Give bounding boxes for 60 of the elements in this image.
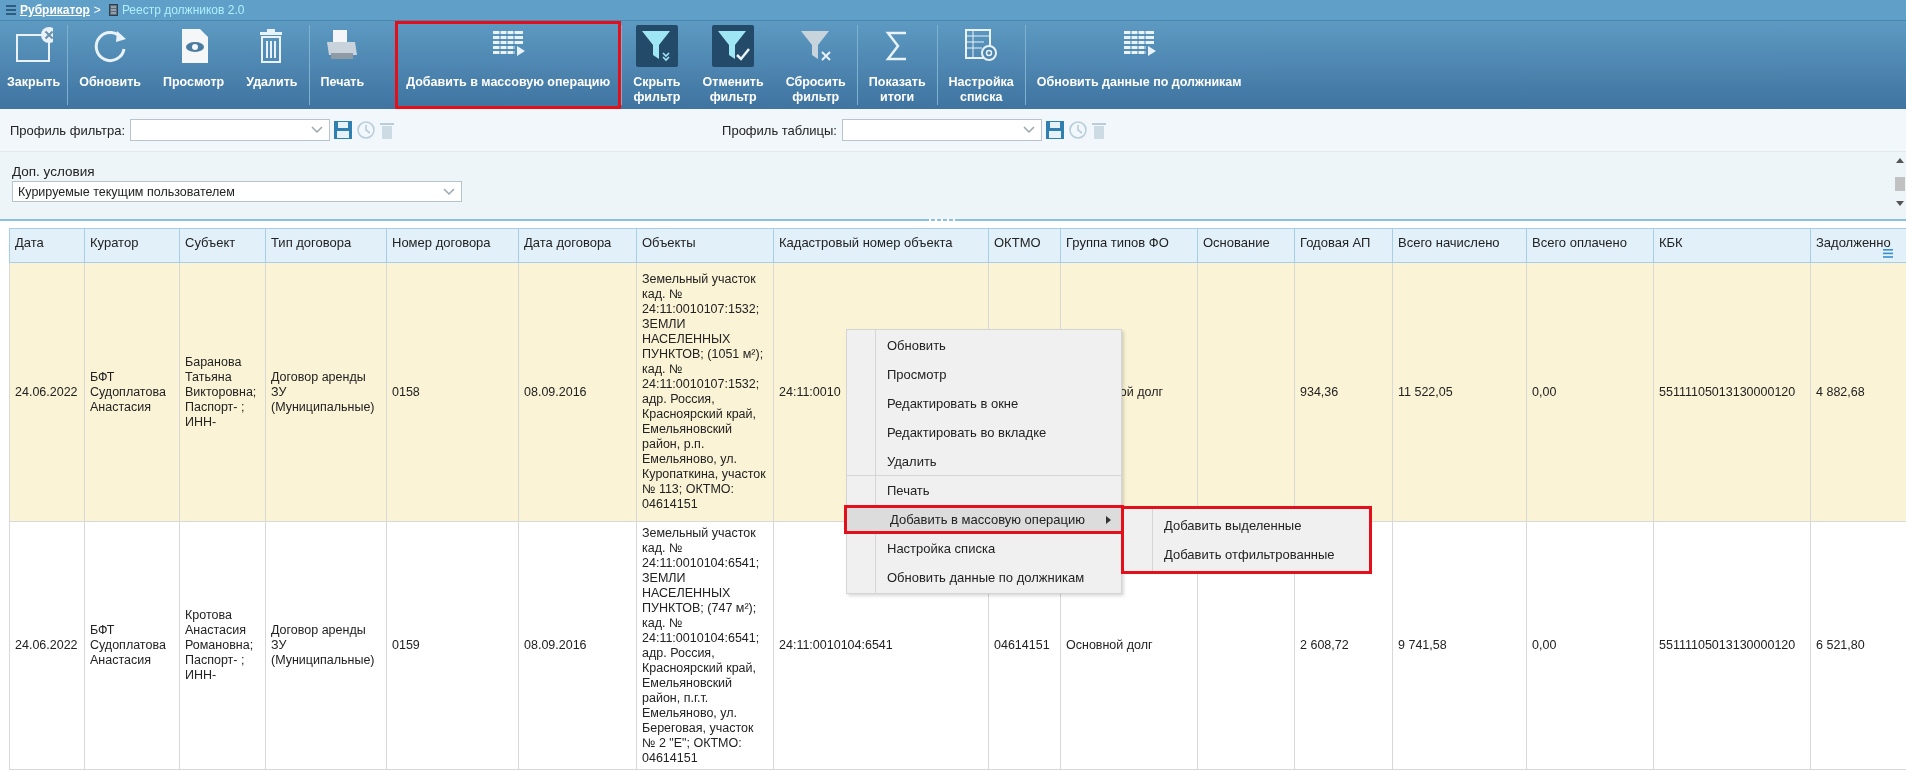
menu-item[interactable]: Печать (847, 476, 1121, 505)
table-cell: 24:11:0010104:6541 (779, 638, 893, 652)
field-label: Профиль таблицы: (722, 122, 837, 138)
table-cell: 9 741,58 (1398, 638, 1447, 652)
column-header[interactable]: Дата (15, 235, 44, 250)
table-cell: 0158 (392, 384, 420, 399)
table-cell: Договор аренды ЗУ (Муниципальные) (271, 369, 375, 414)
table-cell: 08.09.2016 (524, 638, 587, 652)
table-cell: 08.09.2016 (524, 384, 587, 399)
table-cell: Земельный участок кад. № 24:11:0010107:1532; ЗЕМЛИ НАСЕЛЕННЫХ ПУНКТОВ; (1051 м²); кад. № 24:11:0010107:1532; адр. Россия, Красноярский край, Емельяновский район, р.п. Емельяново, ул. Куропаткина, участок № 113; ОКТМО: 04614151 (642, 272, 766, 511)
breadcrumb-current: Реестр должников 2.0 (121, 3, 245, 17)
menu-item[interactable]: Добавить в массовую операцию (844, 505, 1124, 534)
menu-item[interactable]: Добавить отфильтрованные (1124, 540, 1369, 569)
field-label: Доп. условия (12, 164, 96, 179)
toolbar-button[interactable]: Закрыть (0, 21, 68, 109)
toolbar-button[interactable]: Добавить в массовую операцию (395, 21, 622, 109)
table-cell: Основной долг (1066, 638, 1153, 652)
table-cell: Договор аренды ЗУ (Муниципальные) (271, 623, 375, 667)
breadcrumb-separator: > (93, 3, 101, 17)
column-header[interactable]: КБК (1659, 235, 1683, 250)
menu-item[interactable]: Редактировать во вкладке (847, 418, 1121, 447)
menu-item[interactable]: Обновить данные по должникам (847, 563, 1121, 592)
toolbar-button[interactable]: Обновить (68, 21, 152, 109)
toolbar-button[interactable]: Удалить (235, 21, 309, 109)
toolbar-button[interactable]: Настройка списка (937, 21, 1025, 109)
toolbar-button[interactable]: Просмотр (151, 21, 236, 109)
table-cell: 0159 (392, 638, 420, 652)
dropdown-field[interactable]: Курируемые текущим пользователем (12, 181, 462, 202)
column-header[interactable]: Объекты (642, 235, 696, 250)
toolbar-button[interactable]: Скрыть фильтр (622, 21, 692, 109)
table-cell: 0,00 (1532, 384, 1557, 399)
table-cell: 2 608,72 (1300, 638, 1349, 652)
table-cell: 55111105013130000120 (1659, 384, 1796, 399)
table-cell: 04614151 (994, 638, 1050, 652)
toolbar-button[interactable]: Показать итоги (857, 21, 937, 109)
field-label: Профиль фильтра: (10, 122, 126, 138)
menu-item[interactable]: Редактировать в окне (847, 389, 1121, 418)
table-cell: 55111105013130000120 (1659, 638, 1796, 652)
toolbar-button[interactable]: Печать (309, 21, 376, 109)
table-cell: 6 521,80 (1816, 638, 1865, 652)
toolbar-button[interactable]: Обновить данные по должникам (1025, 21, 1253, 109)
table-cell: 4 882,68 (1816, 384, 1865, 399)
table-cell: Кротова Анастасия Романовна; Паспорт- ; ИНН- (185, 608, 254, 682)
menu-item[interactable]: Удалить (847, 447, 1121, 476)
toolbar-button[interactable]: Отменить фильтр (691, 21, 775, 109)
table-cell: БФТ Судоплатова Анастасия (90, 623, 166, 667)
table-cell: БФТ Судоплатова Анастасия (90, 369, 166, 414)
table-cell: 0,00 (1532, 638, 1557, 652)
menu-item[interactable]: Добавить выделенные (1124, 511, 1369, 540)
menu-item[interactable]: Обновить (847, 331, 1121, 360)
table-cell: 11 522,05 (1398, 384, 1453, 399)
table-cell: Баранова Татьяна Викторовна; Паспорт- ; ИНН- (185, 354, 257, 429)
table-cell: 934,36 (1300, 384, 1339, 399)
table-cell: 24.06.2022 (15, 384, 78, 399)
menu-item[interactable]: Просмотр (847, 360, 1121, 389)
table-cell: 24:11:0010 (779, 384, 841, 399)
table-cell: 24.06.2022 (15, 638, 78, 652)
toolbar-button[interactable]: Сбросить фильтр (774, 21, 857, 109)
table-cell: Земельный участок кад. № 24:11:0010104:6541; ЗЕМЛИ НАСЕЛЕННЫХ ПУНКТОВ; (747 м²); кад. № 24:11:0010104:6541; адр. Россия, Красноярский край, Емельяновский район, п.г.т. Емельяново, ул. Береговая, участок № 2 "Е"; ОКТМО: 04614151 (642, 525, 760, 765)
menu-item[interactable]: Настройка списка (847, 534, 1121, 563)
